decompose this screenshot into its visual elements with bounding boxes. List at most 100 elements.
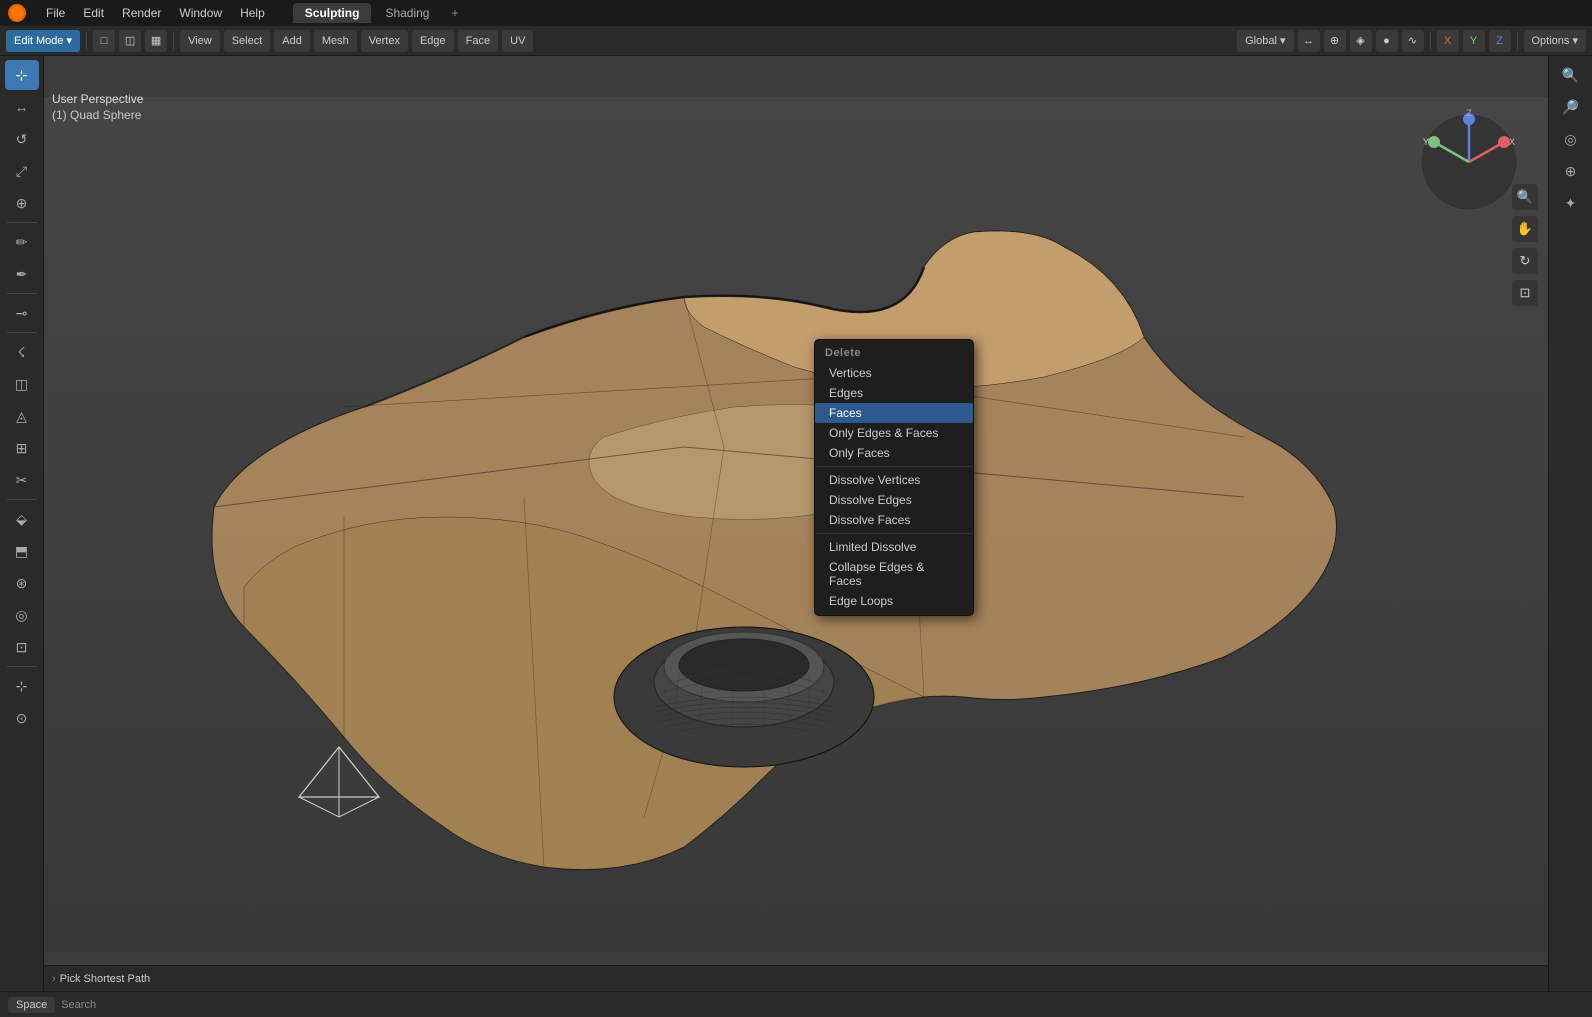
sidebar-sep-3 <box>7 332 37 333</box>
face-menu-button[interactable]: Face <box>458 30 498 52</box>
render-view-icon[interactable]: ✦ <box>1554 188 1588 218</box>
bottom-info: › Pick Shortest Path <box>44 965 1548 991</box>
overlay-button[interactable]: ◈ <box>1350 30 1372 52</box>
global-transform-button[interactable]: Global ▾ <box>1237 30 1293 52</box>
vertex-menu-button[interactable]: Vertex <box>361 30 408 52</box>
x-axis-button[interactable]: X <box>1437 30 1459 52</box>
toolbar-sep-1 <box>86 32 87 50</box>
toolbar-sep-2 <box>173 32 174 50</box>
move-tool-icon[interactable]: ↔ <box>5 92 39 122</box>
menu-sep-2 <box>815 533 973 534</box>
proportional-edit-button[interactable]: ⊕ <box>1324 30 1346 52</box>
title-menu: File Edit Render Window Help <box>38 4 273 22</box>
menu-help[interactable]: Help <box>232 4 273 22</box>
app-logo <box>8 4 26 22</box>
edit-mode-label: Edit Mode <box>14 35 64 47</box>
menu-edit[interactable]: Edit <box>75 4 112 22</box>
menu-item-only-edges-faces[interactable]: Only Edges & Faces <box>815 423 973 443</box>
menu-sep-1 <box>815 466 973 467</box>
options-button[interactable]: Options ▾ <box>1524 30 1587 52</box>
viewport-zoom-icon[interactable]: 🔍 <box>1554 60 1588 90</box>
space-button[interactable]: Space <box>8 997 55 1013</box>
toolbar-sep-3 <box>1430 32 1431 50</box>
loop-cut-tool-icon[interactable]: ⊞ <box>5 433 39 463</box>
zoom-fit-icon[interactable]: ◎ <box>1554 124 1588 154</box>
annotate-tool-icon[interactable]: ✏ <box>5 227 39 257</box>
overlay-icon-1[interactable]: □ <box>93 30 115 52</box>
pick-shortest-path-button[interactable]: › Pick Shortest Path <box>52 973 150 985</box>
left-sidebar: ⊹ ↔ ↺ ⤢ ⊕ ✏ ✒ ⊸ ☇ ◫ ◬ ⊞ ✂ ⬙ ⬒ ⊛ ◎ ⊡ ⊹ ⊙ <box>0 56 44 993</box>
uv-menu-button[interactable]: UV <box>502 30 533 52</box>
right-sidebar: 🔍 🔎 ◎ ⊕ ✦ <box>1548 56 1592 993</box>
tab-sculpting[interactable]: Sculpting <box>293 3 372 23</box>
menu-item-edge-loops[interactable]: Edge Loops <box>815 591 973 611</box>
overlay-icon-2[interactable]: ◫ <box>119 30 141 52</box>
shrink-fatten-tool-icon[interactable]: ⊹ <box>5 671 39 701</box>
menu-item-vertices[interactable]: Vertices <box>815 363 973 383</box>
zoom-icon[interactable]: 🔍 <box>1512 184 1538 210</box>
snap-button[interactable]: ↔ <box>1298 30 1320 52</box>
title-tabs: Sculpting Shading + <box>293 3 467 23</box>
rotate-tool-icon[interactable]: ↺ <box>5 124 39 154</box>
pick-path-label: Pick Shortest Path <box>60 973 151 985</box>
add-menu-button[interactable]: Add <box>274 30 310 52</box>
menu-item-limited-dissolve[interactable]: Limited Dissolve <box>815 537 973 557</box>
camera-view-icon[interactable]: ⊕ <box>1554 156 1588 186</box>
top-toolbar: Edit Mode ▾ □ ◫ ▦ View Select Add Mesh V… <box>0 26 1592 56</box>
y-axis-button[interactable]: Y <box>1463 30 1485 52</box>
measure-tool-icon[interactable]: ⊸ <box>5 298 39 328</box>
z-axis-button[interactable]: Z <box>1489 30 1511 52</box>
randomize-tool-icon[interactable]: ◎ <box>5 600 39 630</box>
view-menu-button[interactable]: View <box>180 30 220 52</box>
viewport[interactable]: Z X Y User Perspective (1) Quad Sphere 🔍… <box>44 84 1548 965</box>
mesh-menu-button[interactable]: Mesh <box>314 30 357 52</box>
menu-item-faces[interactable]: Faces <box>815 403 973 423</box>
edge-menu-button[interactable]: Edge <box>412 30 454 52</box>
menu-render[interactable]: Render <box>114 4 169 22</box>
menu-item-only-faces[interactable]: Only Faces <box>815 443 973 463</box>
knife-tool-icon[interactable]: ✂ <box>5 465 39 495</box>
transform-tool-icon[interactable]: ⊕ <box>5 188 39 218</box>
edge-slide-tool-icon[interactable]: ⊡ <box>5 632 39 662</box>
bottom-bar: Space Search <box>0 991 1592 1017</box>
svg-text:Z: Z <box>1466 108 1472 118</box>
inset-tool-icon[interactable]: ◫ <box>5 369 39 399</box>
overlay-icon-3[interactable]: ▦ <box>145 30 167 52</box>
mode-dropdown-icon: ▾ <box>67 34 73 47</box>
orbit-icon[interactable]: ↻ <box>1512 248 1538 274</box>
xray-button[interactable]: ● <box>1376 30 1398 52</box>
sidebar-sep-4 <box>7 499 37 500</box>
title-bar: File Edit Render Window Help Sculpting S… <box>0 0 1592 26</box>
poly-build-tool-icon[interactable]: ⬙ <box>5 504 39 534</box>
menu-window[interactable]: Window <box>171 4 230 22</box>
cursor-tool-icon[interactable]: ⊹ <box>5 60 39 90</box>
edit-mode-button[interactable]: Edit Mode ▾ <box>6 30 80 52</box>
scale-tool-icon[interactable]: ⤢ <box>5 156 39 186</box>
add-tab-button[interactable]: + <box>443 3 466 23</box>
menu-item-dissolve-faces[interactable]: Dissolve Faces <box>815 510 973 530</box>
menu-item-dissolve-vertices[interactable]: Dissolve Vertices <box>815 470 973 490</box>
tab-shading[interactable]: Shading <box>373 3 441 23</box>
toolbar-sep-4 <box>1517 32 1518 50</box>
svg-text:X: X <box>1509 137 1515 147</box>
menu-file[interactable]: File <box>38 4 73 22</box>
viewport-shading-button[interactable]: ∿ <box>1402 30 1424 52</box>
bevel-tool-icon[interactable]: ◬ <box>5 401 39 431</box>
menu-item-collapse-edges-faces[interactable]: Collapse Edges & Faces <box>815 557 973 591</box>
pick-path-arrow-icon: › <box>52 973 56 985</box>
camera-persp-icon[interactable]: ⊡ <box>1512 280 1538 306</box>
sidebar-sep-5 <box>7 666 37 667</box>
select-menu-button[interactable]: Select <box>224 30 271 52</box>
zoom-out-icon[interactable]: 🔎 <box>1554 92 1588 122</box>
extrude-tool-icon[interactable]: ☇ <box>5 337 39 367</box>
sidebar-sep-1 <box>7 222 37 223</box>
search-label: Search <box>61 999 96 1011</box>
pan-icon[interactable]: ✋ <box>1512 216 1538 242</box>
menu-item-dissolve-edges[interactable]: Dissolve Edges <box>815 490 973 510</box>
menu-title: Delete <box>815 344 973 363</box>
smooth-tool-icon[interactable]: ⊛ <box>5 568 39 598</box>
menu-item-edges[interactable]: Edges <box>815 383 973 403</box>
spin-tool-icon[interactable]: ⬒ <box>5 536 39 566</box>
draw-tool-icon[interactable]: ✒ <box>5 259 39 289</box>
shear-tool-icon[interactable]: ⊙ <box>5 703 39 733</box>
